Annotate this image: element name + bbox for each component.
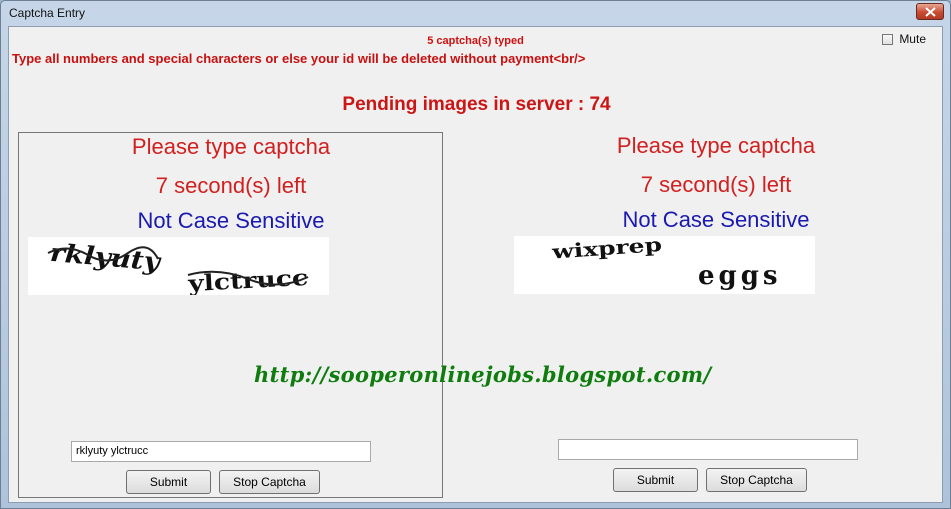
captcha-panel-right: Please type captcha 7 second(s) left Not… <box>504 132 929 498</box>
captcha-image: wixprep eggs <box>514 234 815 294</box>
case-note: Not Case Sensitive <box>622 207 810 232</box>
captcha-input[interactable]: rklyuty ylctrucc <box>71 441 371 462</box>
close-icon <box>925 7 936 17</box>
checkbox-icon[interactable] <box>882 33 894 45</box>
client-area: 5 captcha(s) typed Type all numbers and … <box>8 26 943 503</box>
captcha-window: Captcha Entry 5 captcha(s) typed Type al… <box>0 0 951 509</box>
captcha-image-graphic: wixprep eggs <box>550 234 782 291</box>
stop-captcha-button[interactable]: Stop Captcha <box>219 470 320 494</box>
window-title: Captcha Entry <box>9 6 86 20</box>
captcha-prompt: Please type captcha <box>616 133 816 158</box>
captcha-word-2: ylctrucc <box>186 265 308 295</box>
mute-checkbox[interactable]: Mute <box>882 32 926 46</box>
mute-label: Mute <box>899 32 926 46</box>
watermark-url: http://sooperonlinejobs.blogspot.com/ <box>254 362 712 387</box>
countdown-timer: 7 second(s) left <box>640 172 792 197</box>
captcha-input[interactable] <box>558 439 858 460</box>
countdown-timer: 7 second(s) left <box>155 173 307 198</box>
captcha-prompt: Please type captcha <box>131 134 331 159</box>
submit-button[interactable]: Submit <box>126 470 211 494</box>
warning-text: Type all numbers and special characters … <box>12 51 586 66</box>
pending-images: Pending images in server : 74 <box>342 94 611 115</box>
title-bar[interactable]: Captcha Entry <box>1 1 950 25</box>
captcha-image-graphic: rklyuty ylctrucc <box>47 238 309 297</box>
submit-button[interactable]: Submit <box>613 468 698 492</box>
captcha-image: rklyuty ylctrucc <box>28 237 329 297</box>
captcha-word-2: eggs <box>698 261 782 291</box>
typed-count: 5 captcha(s) typed <box>427 35 524 47</box>
stop-captcha-button[interactable]: Stop Captcha <box>706 468 807 492</box>
close-button[interactable] <box>916 3 944 20</box>
case-note: Not Case Sensitive <box>137 208 325 233</box>
captcha-word-1: rklyuty <box>49 238 163 277</box>
captcha-panel-left: Please type captcha 7 second(s) left Not… <box>18 132 443 498</box>
captcha-word-1: wixprep <box>550 236 663 264</box>
